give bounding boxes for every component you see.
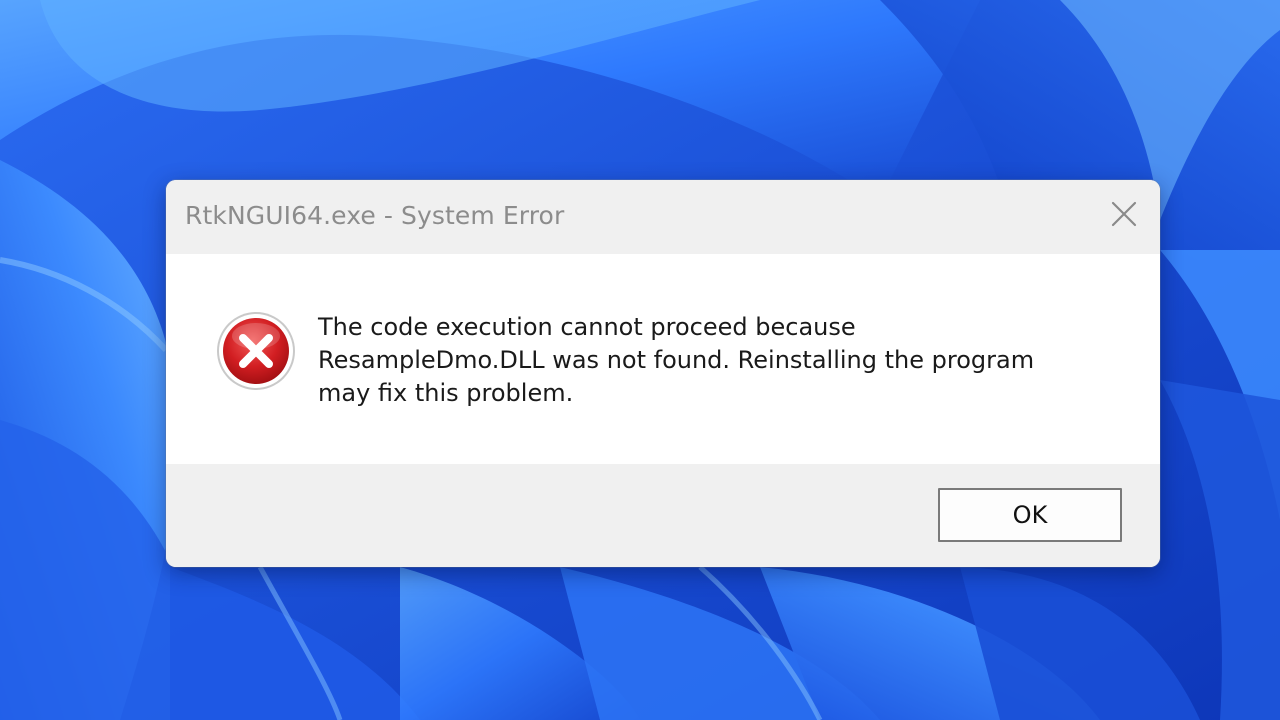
message-line: The code execution cannot proceed becaus… — [318, 313, 856, 341]
message-line: may fix this problem. — [318, 379, 574, 407]
dialog-footer: OK — [166, 464, 1160, 567]
error-message: The code execution cannot proceed becaus… — [318, 311, 1118, 410]
dialog-title: RtkNGUI64.exe - System Error — [185, 201, 565, 230]
dialog-titlebar[interactable]: RtkNGUI64.exe - System Error — [166, 180, 1160, 254]
close-button[interactable] — [1102, 196, 1146, 236]
message-line: ResampleDmo.DLL was not found. Reinstall… — [318, 346, 1035, 374]
ok-button[interactable]: OK — [938, 488, 1122, 542]
error-icon — [215, 310, 297, 392]
dialog-content: The code execution cannot proceed becaus… — [166, 254, 1160, 464]
close-icon — [1111, 201, 1137, 231]
system-error-dialog: RtkNGUI64.exe - System Error The code ex… — [166, 180, 1160, 567]
